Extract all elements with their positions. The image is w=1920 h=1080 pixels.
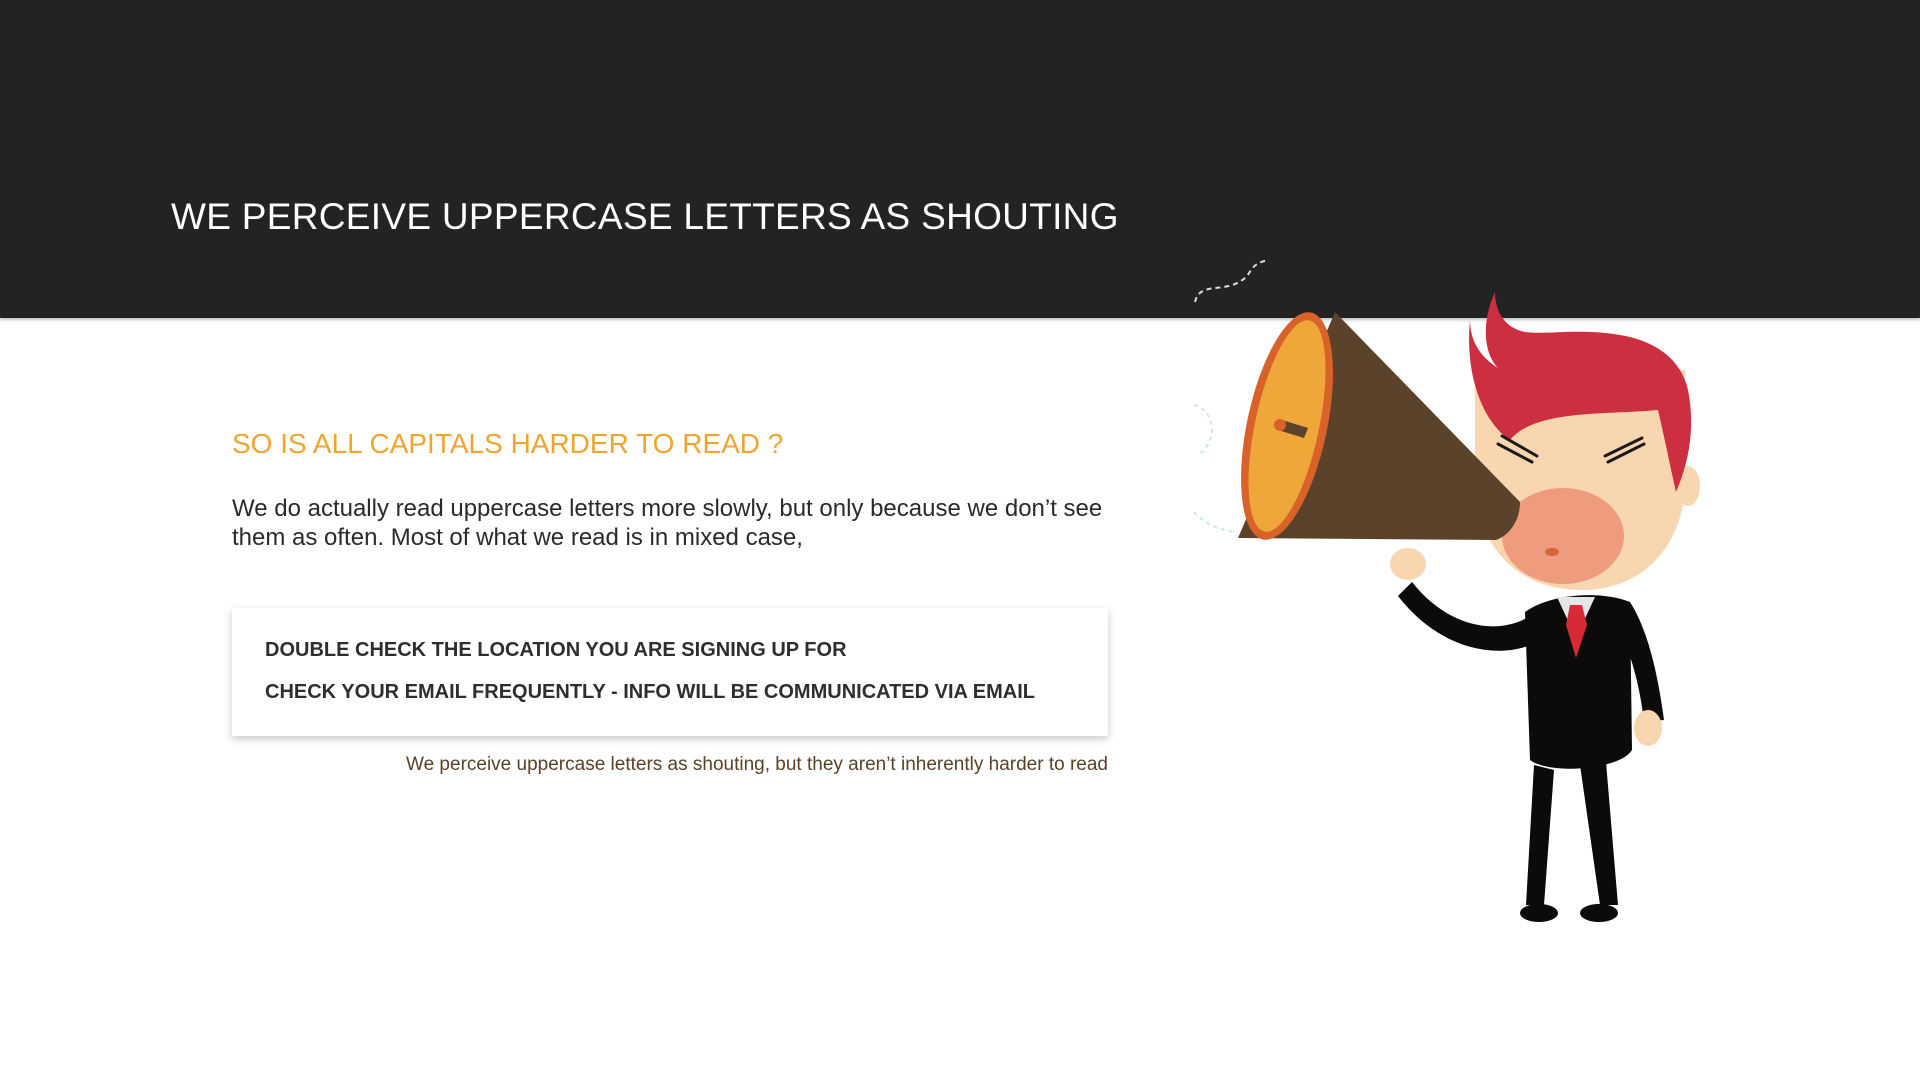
- body-paragraph: We do actually read uppercase letters mo…: [232, 495, 1103, 551]
- section-heading: SO IS ALL CAPITALS HARDER TO READ ?: [232, 428, 784, 459]
- info-card-line: DOUBLE CHECK THE LOCATION YOU ARE SIGNIN…: [265, 639, 847, 661]
- sound-waves-icon: [1193, 404, 1236, 533]
- caption-text: We perceive uppercase letters as shoutin…: [406, 754, 1108, 775]
- info-card: DOUBLE CHECK THE LOCATION YOU ARE SIGNIN…: [232, 608, 1108, 736]
- legs: [1520, 762, 1618, 922]
- left-hand: [1390, 548, 1426, 580]
- mouth: [1502, 488, 1624, 584]
- page-title: WE PERCEIVE UPPERCASE LETTERS AS SHOUTIN…: [171, 196, 1119, 237]
- shouting-man-illustration: [1193, 259, 1700, 922]
- info-card-line: CHECK YOUR EMAIL FREQUENTLY - INFO WILL …: [265, 681, 1036, 703]
- right-hand: [1634, 710, 1662, 746]
- left-arm: [1398, 582, 1538, 651]
- sound-lines-icon: [1194, 259, 1269, 303]
